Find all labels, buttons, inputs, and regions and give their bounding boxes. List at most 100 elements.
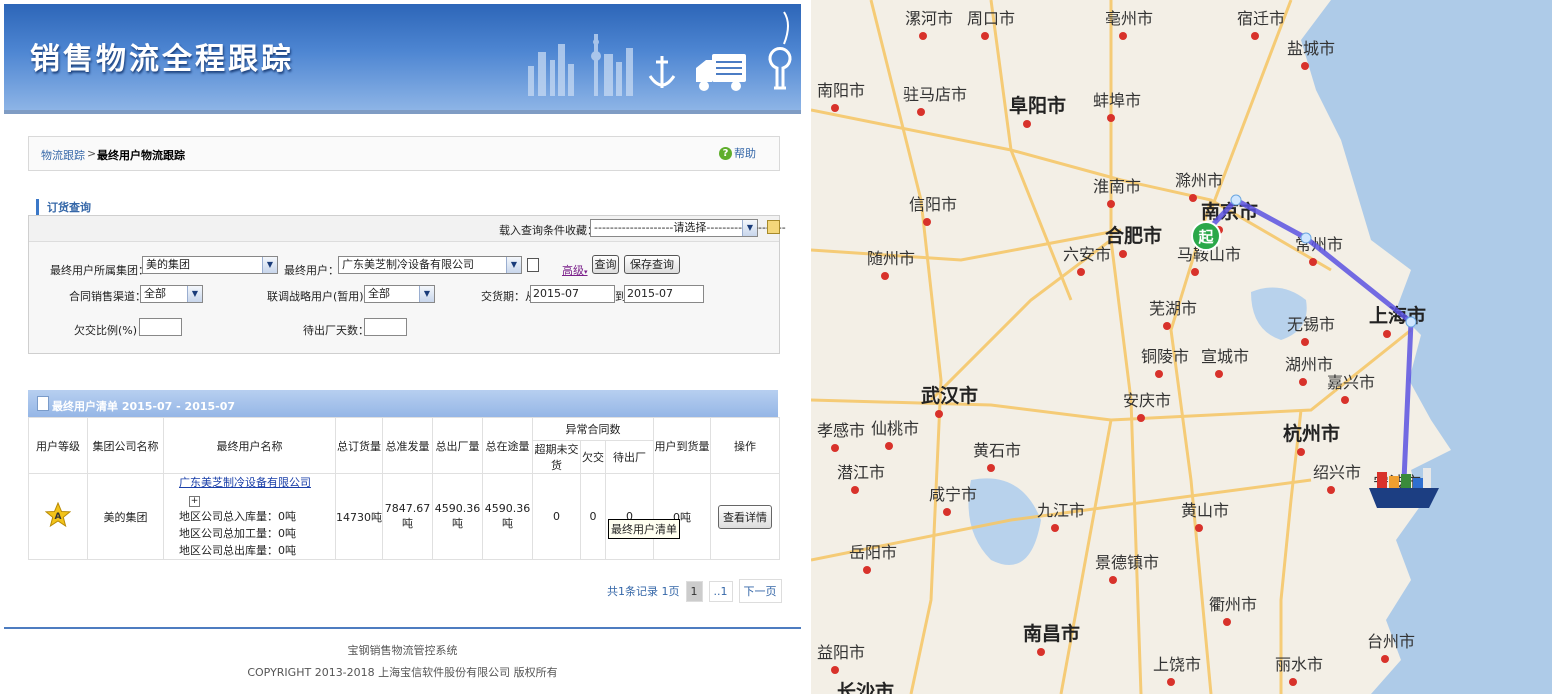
breadcrumb-root-link[interactable]: 物流跟踪	[41, 147, 85, 163]
header-banner: 销售物流全程跟踪	[4, 4, 801, 110]
advanced-search-link[interactable]: 高级▾	[562, 262, 588, 278]
edit-favorites-icon[interactable]	[767, 220, 780, 234]
col-header-abnormal: 异常合同数	[531, 417, 655, 441]
col-header-user: 最终用户名称	[163, 417, 336, 474]
favorites-select-value: --------------------请选择-----------------…	[594, 221, 786, 234]
chevron-down-icon: ▼	[506, 257, 521, 273]
city-label: 南阳市	[817, 81, 865, 100]
city-label: 上饶市	[1153, 655, 1201, 674]
period-from-input[interactable]: 2015-07	[530, 285, 615, 303]
chevron-down-icon: ▼	[262, 257, 277, 273]
chevron-down-icon: ▼	[419, 286, 434, 302]
city-dot	[851, 486, 859, 494]
owe-cell: 0	[580, 473, 606, 560]
city-label: 南昌市	[1023, 622, 1080, 645]
city-dot	[881, 272, 889, 280]
user-select-value: 广东美芝制冷设备有限公司	[342, 258, 474, 271]
user-detail-outbound: 地区公司总出库量：0吨	[179, 544, 296, 557]
owe-ratio-input[interactable]	[139, 318, 182, 336]
city-label: 黄石市	[973, 441, 1021, 460]
copy-icon[interactable]	[527, 258, 539, 272]
chevron-down-icon: ▼	[742, 220, 757, 236]
city-dot	[1167, 678, 1175, 686]
col-header-pending: 待出厂	[604, 440, 655, 474]
city-label: 孝感市	[817, 421, 865, 440]
table-row: A 美的集团 广东美芝制冷设备有限公司 + 地区公司总入库量：0吨 地区公司总加…	[28, 473, 781, 560]
page-banner-title: 销售物流全程跟踪	[30, 42, 294, 77]
city-dot	[1191, 268, 1199, 276]
city-dot	[863, 566, 871, 574]
city-dot	[923, 218, 931, 226]
favorites-select[interactable]: --------------------请选择-----------------…	[590, 219, 786, 237]
city-label: 长沙市	[837, 680, 894, 694]
start-marker[interactable]: 起	[1191, 221, 1221, 251]
col-header-overdue: 超期未交货	[532, 440, 581, 474]
channel-select[interactable]: 全部 ▼	[140, 285, 203, 303]
route-map[interactable]: 漯河市 周口市 亳州市 宿迁市 盐城市 南阳市 驻马店市 阜阳市 蚌埠市 淮南市 滁州市 信阳市 南京市…	[811, 0, 1552, 694]
city-dot	[1327, 486, 1335, 494]
start-marker-label: 起	[1197, 228, 1214, 246]
city-dot	[1223, 618, 1231, 626]
pending-days-input[interactable]	[364, 318, 407, 336]
city-dot	[1163, 322, 1171, 330]
city-label: 绍兴市	[1313, 463, 1361, 482]
col-header-total-out: 总出厂量	[432, 417, 483, 474]
help-link[interactable]: ? 帮助	[719, 145, 756, 161]
user-name-link[interactable]: 广东美芝制冷设备有限公司	[179, 476, 311, 489]
city-dot	[1155, 370, 1163, 378]
favorites-row: 载入查询条件收藏： --------------------请选择-------…	[29, 216, 786, 242]
city-dot	[919, 32, 927, 40]
city-label: 岳阳市	[849, 543, 897, 562]
city-dot	[1119, 32, 1127, 40]
route-waypoint-icon[interactable]	[1300, 232, 1312, 244]
user-select[interactable]: 广东美芝制冷设备有限公司 ▼	[338, 256, 522, 274]
city-label: 宣城市	[1201, 347, 1249, 366]
city-label: 安庆市	[1123, 391, 1171, 410]
col-header-action: 操作	[710, 417, 781, 474]
city-dot	[1289, 678, 1297, 686]
user-list-header: 最终用户清单 2015-07 - 2015-07	[28, 390, 778, 417]
route-waypoint-icon[interactable]	[1405, 316, 1417, 328]
city-dot	[1195, 524, 1203, 532]
strategic-user-select[interactable]: 全部 ▼	[364, 285, 435, 303]
route-waypoint-icon[interactable]	[1230, 194, 1242, 206]
total-out-cell: 4590.36吨	[432, 473, 483, 560]
col-header-level: 用户等级	[28, 417, 88, 474]
col-header-group: 集团公司名称	[87, 417, 164, 474]
city-dot	[1037, 648, 1045, 656]
city-dot	[831, 104, 839, 112]
chevron-down-icon: ▼	[187, 286, 202, 302]
city-dot	[981, 32, 989, 40]
banner-divider	[4, 110, 801, 114]
group-cell: 美的集团	[87, 473, 164, 560]
help-icon: ?	[719, 146, 732, 160]
col-header-total-approved: 总准发量	[382, 417, 433, 474]
city-label: 九江市	[1037, 501, 1085, 520]
page-1-button[interactable]: 1	[685, 580, 703, 602]
group-select[interactable]: 美的集团 ▼	[142, 256, 278, 274]
user-detail-inbound: 地区公司总入库量：0吨	[179, 510, 296, 523]
ship-icon[interactable]	[1369, 468, 1439, 508]
group-label: 最终用户所属集团：	[50, 264, 149, 277]
period-to-input[interactable]: 2015-07	[624, 285, 704, 303]
user-list-title: 最终用户清单 2015-07 - 2015-07	[52, 400, 236, 413]
city-label: 周口市	[967, 9, 1015, 28]
next-page-button[interactable]: 下一页	[738, 579, 782, 603]
view-detail-button[interactable]: 查看详情	[718, 504, 773, 529]
map-canvas[interactable]: 漯河市 周口市 亳州市 宿迁市盐城市南阳市 驻马店市阜阳市 蚌埠市淮南市 滁州市信阳市 南京市…	[811, 0, 1552, 694]
city-dot	[1119, 250, 1127, 258]
user-label: 最终用户：	[284, 264, 339, 277]
document-icon	[37, 396, 49, 411]
query-button[interactable]: 查询	[592, 255, 619, 274]
expand-icon[interactable]: +	[189, 496, 200, 507]
query-form: 载入查询条件收藏： --------------------请选择-------…	[28, 215, 786, 354]
last-page-button[interactable]: ..1	[708, 580, 733, 602]
city-label: 仙桃市	[871, 419, 919, 438]
city-label: 丽水市	[1275, 655, 1323, 674]
col-header-total-transit: 总在途量	[482, 417, 533, 474]
total-order-cell: 14730吨	[335, 473, 383, 560]
footer-copyright: COPYRIGHT 2013-2018 上海宝信软件股份有限公司 版权所有	[247, 666, 558, 679]
save-query-button[interactable]: 保存查询	[624, 255, 680, 274]
city-label: 合肥市	[1105, 224, 1162, 247]
city-label: 芜湖市	[1149, 299, 1197, 318]
